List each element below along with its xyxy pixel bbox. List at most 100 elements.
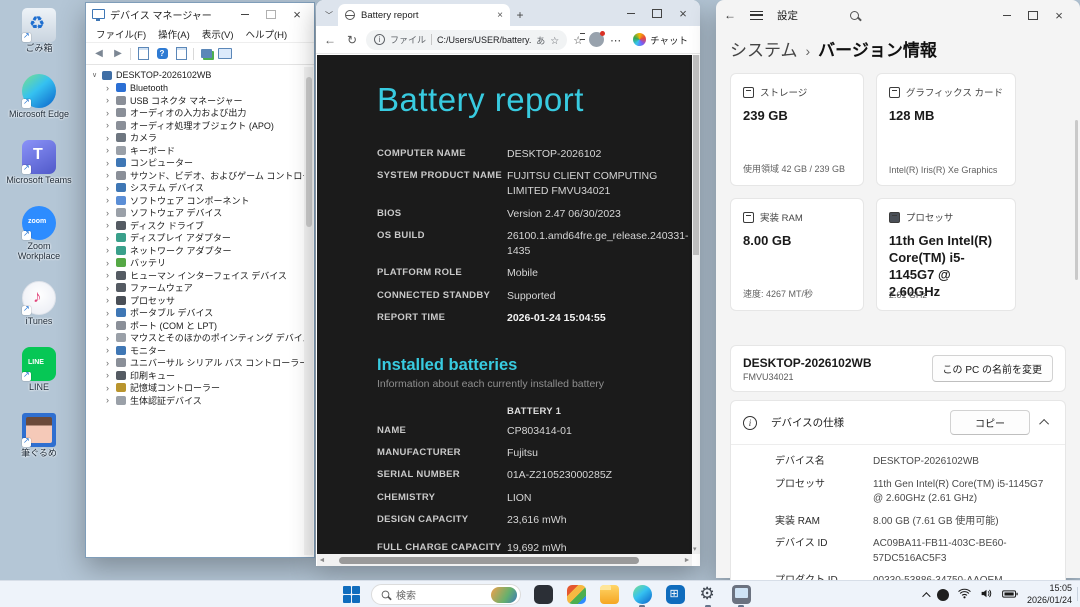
expand-chevron-icon[interactable]: [106, 120, 116, 130]
desktop-shortcut[interactable]: 筆ぐるめ: [6, 413, 72, 459]
device-tree-item[interactable]: オーディオの入力および出力: [86, 107, 304, 120]
expand-chevron-icon[interactable]: [106, 370, 116, 380]
desktop-shortcut[interactable]: LINE: [6, 347, 72, 393]
expand-chevron-icon[interactable]: [106, 320, 116, 330]
menu-item[interactable]: 操作(A): [152, 27, 196, 41]
expand-chevron-icon[interactable]: [106, 270, 116, 280]
menu-item[interactable]: ファイル(F): [90, 27, 152, 41]
expand-chevron-icon[interactable]: [106, 195, 116, 205]
desktop-shortcut[interactable]: Microsoft Edge: [6, 73, 72, 120]
menu-item[interactable]: ヘルプ(H): [239, 27, 293, 41]
expand-chevron-icon[interactable]: [106, 345, 116, 355]
taskbar-search[interactable]: 検索: [371, 584, 521, 605]
show-icon[interactable]: [174, 47, 188, 61]
minimize-button[interactable]: [994, 6, 1020, 24]
device-tree-item[interactable]: USB コネクタ マネージャー: [86, 94, 304, 107]
device-tree-item[interactable]: ソフトウェア コンポーネント: [86, 194, 304, 207]
rename-pc-button[interactable]: この PC の名前を変更: [931, 355, 1053, 382]
tray-overflow-chevron-icon[interactable]: [922, 591, 931, 601]
device-tree-item[interactable]: バッテリ: [86, 257, 304, 270]
device-tree-item[interactable]: カメラ: [86, 132, 304, 145]
search-highlight-image[interactable]: [491, 586, 517, 603]
device-tree-item[interactable]: ヒューマン インターフェイス デバイス: [86, 269, 304, 282]
collapse-chevron-icon[interactable]: [92, 71, 102, 79]
expand-chevron-icon[interactable]: [106, 258, 116, 268]
taskbar-app-button[interactable]: [565, 584, 587, 606]
device-tree-item[interactable]: モニター: [86, 344, 304, 357]
tab-close-icon[interactable]: ×: [493, 10, 503, 21]
maximize-button[interactable]: [258, 5, 284, 23]
back-icon[interactable]: [724, 6, 736, 24]
maximize-button[interactable]: [1020, 6, 1046, 24]
scrollbar-thumb[interactable]: [305, 77, 312, 227]
maximize-button[interactable]: [644, 4, 670, 22]
device-tree-item[interactable]: プロセッサ: [86, 294, 304, 307]
expand-chevron-icon[interactable]: [106, 183, 116, 193]
desktop-shortcut[interactable]: Zoom Workplace: [6, 205, 72, 262]
device-spec-header[interactable]: デバイスの仕様 コピー: [731, 401, 1065, 445]
show-desktop-button[interactable]: [1077, 587, 1078, 601]
expand-chevron-icon[interactable]: [106, 158, 116, 168]
profile-avatar[interactable]: [589, 31, 606, 47]
browser-tab[interactable]: Battery report ×: [338, 4, 510, 26]
device-tree-item[interactable]: サウンド、ビデオ、およびゲーム コントローラー: [86, 169, 304, 182]
start-button[interactable]: [343, 586, 360, 603]
navigation-menu-icon[interactable]: [750, 10, 763, 20]
scrollbar-thumb[interactable]: [339, 556, 639, 564]
device-tree-item[interactable]: ファームウェア: [86, 282, 304, 295]
copilot-chat-button[interactable]: チャット: [627, 31, 694, 49]
favorites-icon[interactable]: [573, 31, 585, 49]
refresh-icon[interactable]: [344, 33, 360, 47]
device-tree-item[interactable]: マウスとそのほかのポインティング デバイス: [86, 332, 304, 345]
device-tree-item[interactable]: 印刷キュー: [86, 369, 304, 382]
device-tree-item[interactable]: キーボード: [86, 144, 304, 157]
page-info-icon[interactable]: [374, 34, 385, 45]
device-tree-item[interactable]: ソフトウェア デバイス: [86, 207, 304, 220]
wifi-icon[interactable]: [958, 586, 971, 604]
expand-chevron-icon[interactable]: [106, 83, 116, 93]
taskbar-app-button[interactable]: [532, 584, 554, 606]
device-tree-item[interactable]: システム デバイス: [86, 182, 304, 195]
copy-button[interactable]: コピー: [950, 410, 1030, 435]
taskbar-app-button[interactable]: [598, 584, 620, 606]
expand-chevron-icon[interactable]: [106, 245, 116, 255]
expand-chevron-icon[interactable]: [106, 383, 116, 393]
vertical-scrollbar[interactable]: [1075, 120, 1078, 280]
scrollbar-thumb[interactable]: [693, 55, 699, 255]
expand-chevron-icon[interactable]: [106, 108, 116, 118]
help-icon[interactable]: [155, 47, 169, 61]
device-tree-item[interactable]: ディスク ドライブ: [86, 219, 304, 232]
vertical-scrollbar[interactable]: [304, 67, 313, 555]
device-tree-item[interactable]: 記憶域コントローラー: [86, 382, 304, 395]
desktop-shortcut[interactable]: iTunes: [6, 281, 72, 327]
expand-chevron-icon[interactable]: [106, 95, 116, 105]
address-bar[interactable]: ファイル C:/Users/USER/battery...: [366, 29, 568, 50]
close-button[interactable]: [670, 4, 696, 22]
translate-icon[interactable]: [536, 31, 545, 49]
collapse-chevron-icon[interactable]: [1039, 418, 1050, 429]
breadcrumb-system[interactable]: システム: [730, 36, 798, 61]
minimize-button[interactable]: [232, 5, 258, 23]
update-driver-icon[interactable]: [218, 47, 232, 61]
taskbar-app-button[interactable]: [697, 584, 719, 606]
back-icon[interactable]: [322, 33, 338, 47]
back-icon[interactable]: [92, 47, 106, 61]
vertical-scrollbar[interactable]: [692, 55, 700, 554]
scrollbar-track[interactable]: [327, 556, 682, 564]
search-icon[interactable]: [850, 10, 859, 20]
expand-chevron-icon[interactable]: [106, 233, 116, 243]
expand-chevron-icon[interactable]: [106, 220, 116, 230]
browser-menu-icon[interactable]: [610, 31, 621, 49]
device-tree-item[interactable]: ディスプレイ アダプター: [86, 232, 304, 245]
expand-chevron-icon[interactable]: [106, 295, 116, 305]
device-tree-item[interactable]: 生体認証デバイス: [86, 394, 304, 407]
expand-chevron-icon[interactable]: [106, 170, 116, 180]
device-tree-item[interactable]: オーディオ処理オブジェクト (APO): [86, 119, 304, 132]
taskbar-app-button[interactable]: [730, 584, 752, 606]
expand-chevron-icon[interactable]: [106, 283, 116, 293]
menu-item[interactable]: 表示(V): [196, 27, 240, 41]
tab-list-chevron-icon[interactable]: ﹀: [320, 4, 338, 26]
minimize-button[interactable]: [618, 4, 644, 22]
tray-app-icon[interactable]: [936, 588, 949, 601]
volume-icon[interactable]: [980, 586, 993, 604]
